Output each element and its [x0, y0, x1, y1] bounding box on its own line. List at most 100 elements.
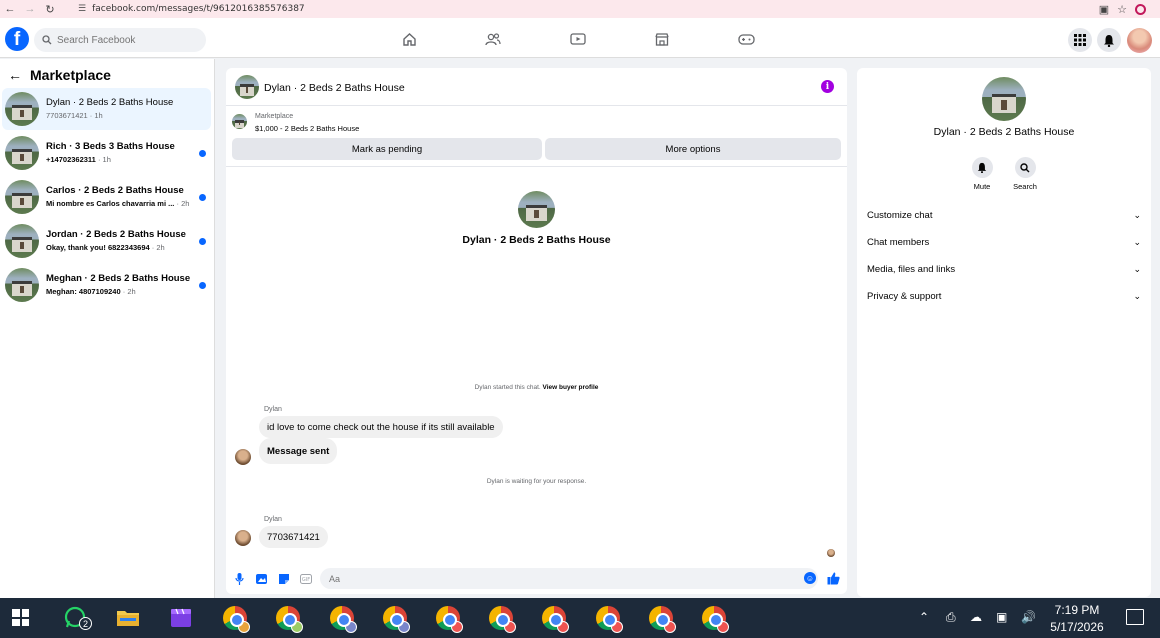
chat-avatar[interactable]: [235, 75, 259, 99]
chrome-icon[interactable]: [542, 606, 569, 633]
listing-thumbnail: [232, 114, 247, 129]
chrome-icon[interactable]: [383, 606, 410, 633]
video-icon[interactable]: [569, 30, 587, 48]
listing-source: Marketplace: [255, 113, 294, 120]
chevron-down-icon: ⌄: [1133, 290, 1141, 301]
show-hidden-icons-chevron-icon[interactable]: ⌃: [919, 610, 929, 624]
address-bar[interactable]: ☰ facebook.com/messages/t/96120163855763…: [78, 4, 305, 14]
conversation-snippet: 7703671421: [46, 111, 88, 120]
facebook-top-nav: f: [0, 18, 1160, 58]
chrome-icon[interactable]: [223, 606, 250, 633]
chat-intro-avatar[interactable]: [518, 191, 555, 228]
back-icon[interactable]: ←: [0, 0, 20, 18]
whatsapp-icon[interactable]: 2: [64, 606, 92, 630]
photo-icon[interactable]: [255, 572, 268, 585]
install-app-icon[interactable]: ▣: [1099, 3, 1109, 16]
conversation-name: Jordan · 2 Beds 2 Baths House: [46, 229, 186, 240]
message-input-wrapper[interactable]: [320, 568, 818, 589]
chrome-icon[interactable]: [276, 606, 303, 633]
sticker-icon[interactable]: [277, 572, 290, 585]
chat-intro-name: Dylan · 2 Beds 2 Baths House: [462, 234, 611, 246]
section-label: Customize chat: [867, 209, 933, 221]
emoji-icon[interactable]: ☺: [804, 572, 816, 584]
system-clock[interactable]: 7:19 PM 5/17/2026: [1042, 602, 1112, 636]
conversation-item[interactable]: Rich · 3 Beds 3 Baths House +14702362311…: [2, 132, 211, 174]
reload-icon[interactable]: ↻: [40, 0, 60, 18]
friends-icon[interactable]: [484, 30, 502, 48]
conversation-item[interactable]: Meghan · 2 Beds 2 Baths House Meghan: 48…: [2, 264, 211, 306]
privacy-support-section[interactable]: Privacy & support ⌄: [867, 286, 1141, 306]
chrome-icon[interactable]: [702, 606, 729, 633]
facebook-logo-icon[interactable]: f: [5, 27, 29, 51]
mark-as-pending-button[interactable]: Mark as pending: [232, 138, 542, 160]
house-thumbnail: [5, 224, 39, 258]
info-icon[interactable]: i: [821, 80, 834, 93]
media-files-links-section[interactable]: Media, files and links ⌄: [867, 259, 1141, 279]
chrome-icon[interactable]: [436, 606, 463, 633]
windows-start-icon[interactable]: [12, 609, 29, 626]
forward-icon[interactable]: →: [20, 0, 40, 18]
facebook-search[interactable]: [34, 28, 206, 52]
message-bubble[interactable]: 7703671421: [259, 526, 328, 548]
view-buyer-profile-link[interactable]: View buyer profile: [543, 384, 599, 391]
bookmark-star-icon[interactable]: ☆: [1117, 3, 1127, 16]
marketplace-icon[interactable]: [653, 30, 671, 48]
onedrive-cloud-icon[interactable]: ☁: [970, 610, 982, 624]
clipchamp-icon[interactable]: [169, 606, 193, 630]
network-icon[interactable]: ▣: [996, 610, 1007, 624]
chrome-icon[interactable]: [330, 606, 357, 633]
notification-center-icon[interactable]: [1126, 609, 1144, 625]
thumbs-up-icon[interactable]: [827, 572, 840, 585]
search-input[interactable]: [57, 34, 187, 46]
chrome-icon[interactable]: [489, 606, 516, 633]
conversation-snippet: Okay, thank you! 6822343694: [46, 243, 150, 252]
chat-info-panel: Dylan · 2 Beds 2 Baths House Mute Search…: [857, 68, 1151, 597]
clock-date: 5/17/2026: [1050, 620, 1104, 634]
conversation-name: Rich · 3 Beds 3 Baths House: [46, 141, 175, 152]
search-icon: [1014, 157, 1036, 178]
sender-avatar[interactable]: [235, 449, 251, 465]
conversation-name: Carlos · 2 Beds 2 Baths House: [46, 185, 184, 196]
chevron-down-icon: ⌄: [1133, 236, 1141, 247]
marketplace-conversations-panel: ← Marketplace Dylan · 2 Beds 2 Baths Hou…: [0, 59, 215, 599]
chat-title[interactable]: Dylan · 2 Beds 2 Baths House: [264, 82, 405, 94]
search-chat-button[interactable]: Search: [1005, 157, 1045, 191]
back-arrow-icon[interactable]: ←: [8, 67, 22, 83]
section-label: Privacy & support: [867, 290, 942, 302]
conversation-item[interactable]: Carlos · 2 Beds 2 Baths House Mi nombre …: [2, 176, 211, 218]
meet-now-icon[interactable]: ⎙: [946, 610, 956, 625]
conversation-item[interactable]: Jordan · 2 Beds 2 Baths House Okay, than…: [2, 220, 211, 262]
mute-button[interactable]: Mute: [962, 157, 1002, 191]
home-icon[interactable]: [400, 30, 418, 48]
notifications-bell-icon[interactable]: [1097, 28, 1121, 52]
more-options-button[interactable]: More options: [545, 138, 841, 160]
customize-chat-section[interactable]: Customize chat ⌄: [867, 205, 1141, 225]
menu-grid-icon[interactable]: [1068, 28, 1092, 52]
message-input[interactable]: [329, 573, 789, 584]
site-settings-icon[interactable]: ☰: [78, 4, 86, 14]
gif-icon[interactable]: GIF: [299, 572, 312, 585]
seen-indicator-avatar: [827, 549, 835, 557]
sender-avatar[interactable]: [235, 530, 251, 546]
gaming-icon[interactable]: [737, 30, 755, 48]
account-avatar[interactable]: [1127, 28, 1152, 53]
message-bubble[interactable]: id love to come check out the house if i…: [259, 416, 503, 438]
chrome-icon[interactable]: [596, 606, 623, 633]
file-explorer-icon[interactable]: [116, 606, 140, 630]
panel-title: Marketplace: [30, 67, 111, 83]
message-composer: GIF ☺: [226, 565, 847, 593]
svg-text:GIF: GIF: [301, 577, 309, 583]
info-avatar[interactable]: [982, 77, 1026, 121]
chat-members-section[interactable]: Chat members ⌄: [867, 232, 1141, 252]
unread-dot: [199, 282, 206, 289]
chrome-icon[interactable]: [649, 606, 676, 633]
microphone-icon[interactable]: [233, 572, 246, 585]
section-label: Chat members: [867, 236, 930, 248]
profile-icon[interactable]: [1135, 3, 1146, 15]
volume-icon[interactable]: 🔊: [1021, 610, 1036, 624]
conversation-time: 2h: [181, 199, 190, 208]
search-label: Search: [1013, 182, 1037, 191]
message-bubble[interactable]: Message sent: [259, 438, 338, 464]
conversation-item[interactable]: Dylan · 2 Beds 2 Baths House 7703671421 …: [2, 88, 211, 130]
chat-header: Dylan · 2 Beds 2 Baths House i: [226, 68, 847, 106]
